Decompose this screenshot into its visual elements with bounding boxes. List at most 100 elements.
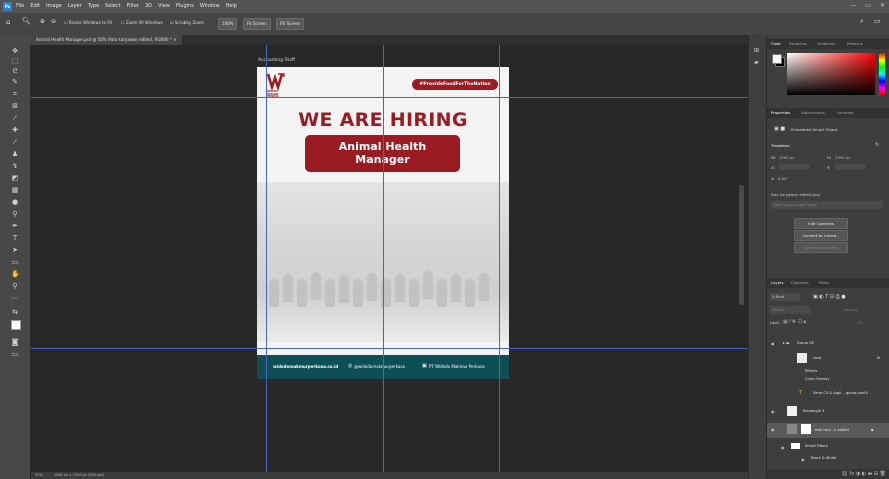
eyedropper-tool-icon[interactable]: ⁄ — [11, 114, 19, 122]
tab-gradients[interactable]: Gradients — [817, 39, 836, 49]
resize-windows-checkbox[interactable]: ☐ Resize Windows to Fit — [64, 20, 112, 25]
smart-filter-row[interactable]: ◉ Black & White — [767, 453, 889, 463]
menu-item-layer[interactable]: Layer — [68, 3, 82, 9]
menu-item-file[interactable]: File — [16, 3, 24, 9]
tab-adjustments[interactable]: Adjustments — [801, 108, 825, 118]
quick-select-tool-icon[interactable]: ✎ — [11, 78, 19, 86]
blend-mode-select[interactable]: Normal — [770, 306, 810, 314]
shape-tool-icon[interactable]: ▭ — [11, 258, 19, 266]
angle-value[interactable]: 0.00° — [778, 176, 788, 181]
tab-properties[interactable]: Properties — [771, 108, 790, 118]
move-tool-icon[interactable]: ✥ — [11, 47, 19, 55]
layer-comp-select[interactable]: Don't Apply Layer Comp — [771, 201, 883, 209]
color-fg-swatch[interactable] — [772, 54, 782, 64]
layer-row[interactable]: T Send CV & Appl... group.mail.li — [767, 387, 889, 400]
layer-effect-row[interactable]: Effects — [767, 368, 889, 376]
type-tool-icon[interactable]: T — [11, 234, 19, 242]
tab-paths[interactable]: Paths — [819, 278, 829, 288]
color-picker-field[interactable] — [787, 53, 875, 95]
default-colors-icon[interactable]: ⇆ — [11, 308, 19, 316]
smart-filter-row[interactable]: ◉ Smart Filters — [767, 441, 889, 451]
menu-item-3d[interactable]: 3D — [145, 3, 152, 9]
layer-row[interactable]: ◉ ▸ ▬ Group 26 — [767, 337, 889, 350]
menu-item-plugins[interactable]: Plugins — [176, 3, 194, 9]
crop-tool-icon[interactable]: ⌗ — [11, 90, 19, 98]
healing-tool-icon[interactable]: ✚ — [11, 126, 19, 134]
w-value[interactable]: 1080 px — [779, 155, 795, 160]
home-icon[interactable]: ⌂ — [6, 18, 10, 26]
visibility-eye-icon[interactable]: ◉ — [801, 457, 805, 462]
hue-slider[interactable] — [879, 53, 885, 95]
tab-patterns[interactable]: Patterns — [847, 39, 863, 49]
guide-horizontal-1[interactable] — [31, 97, 748, 98]
tab-color[interactable]: Color — [771, 39, 781, 49]
photoshop-logo-icon[interactable]: Ps — [3, 2, 12, 11]
y-field[interactable] — [835, 164, 865, 170]
foreground-color-swatch[interactable] — [11, 320, 21, 330]
workspace-icon[interactable]: ▭ — [874, 17, 881, 25]
brush-tool-icon[interactable]: ⁄ — [11, 138, 19, 146]
layer-kind-filter[interactable]: Q Kind — [770, 293, 800, 301]
frame-tool-icon[interactable]: ⊠ — [11, 102, 19, 110]
status-zoom[interactable]: 50% — [31, 473, 43, 477]
zoom-tool-left-icon[interactable]: ⚲ — [11, 282, 19, 290]
stamp-tool-icon[interactable]: ♟ — [11, 150, 19, 158]
visibility-eye-icon[interactable]: ◉ — [771, 341, 775, 346]
menu-item-filter[interactable]: Filter — [127, 3, 139, 9]
fill-screen-button[interactable]: Fill Screen — [276, 18, 305, 30]
visibility-eye-icon[interactable]: ◉ — [771, 427, 775, 432]
tab-channels[interactable]: Channels — [791, 278, 809, 288]
zoom-100-button[interactable]: 100% — [218, 18, 238, 30]
zoom-tool-icon[interactable]: 🔍︎ — [22, 17, 31, 25]
convert-linked-button[interactable]: Convert to Linked... — [794, 230, 848, 241]
fit-screen-button[interactable]: Fit Screen — [243, 18, 271, 30]
pen-tool-icon[interactable]: ✒ — [11, 222, 19, 230]
reset-transform-icon[interactable]: ↻ — [875, 142, 879, 148]
minimize-button[interactable]: — — [850, 2, 856, 9]
quick-mask-icon[interactable]: ◙ — [11, 338, 19, 346]
screen-mode-icon[interactable]: ▭ — [11, 350, 19, 358]
tab-libraries[interactable]: Libraries — [837, 108, 853, 118]
document-tab[interactable]: Animal Health Manager.psd @ 50% (foto ka… — [30, 35, 183, 45]
search-icon[interactable]: ⌕ — [860, 17, 864, 26]
marquee-tool-icon[interactable]: ⬚ — [11, 57, 19, 65]
comments-panel-icon[interactable]: ▰ — [754, 59, 759, 66]
history-panel-icon[interactable]: ⊞ — [754, 47, 759, 54]
layer-row[interactable]: ◉ Rectangle 3 — [767, 405, 889, 418]
zoom-in-icon[interactable]: ⊕ — [40, 18, 45, 25]
scrubby-zoom-checkbox[interactable]: ☑ Scrubby Zoom — [170, 20, 204, 25]
maximize-button[interactable]: ▭ — [865, 2, 871, 9]
guide-vertical-3[interactable] — [499, 45, 500, 472]
zoom-out-icon[interactable]: ⊖ — [51, 18, 56, 25]
menu-item-select[interactable]: Select — [105, 3, 120, 9]
layers-footer-icons[interactable]: ⛓ fx ◑ ◐ ▬ ⊞ 🗑︎ — [767, 469, 889, 479]
guide-horizontal-2[interactable] — [31, 348, 748, 349]
eraser-tool-icon[interactable]: ◩ — [11, 174, 19, 182]
close-tab-icon[interactable]: ✕ — [173, 37, 176, 42]
guide-vertical-1[interactable] — [266, 45, 267, 472]
visibility-eye-icon[interactable]: ◉ — [771, 409, 775, 414]
layer-row[interactable]: rand fx — [767, 352, 889, 367]
menu-item-type[interactable]: Type — [88, 3, 99, 9]
vertical-scrollbar[interactable] — [739, 185, 744, 305]
menu-item-view[interactable]: View — [158, 3, 170, 9]
zoom-all-checkbox[interactable]: ☐ Zoom All Windows — [121, 20, 163, 25]
menu-item-window[interactable]: Window — [200, 3, 220, 9]
artboard-label[interactable]: Accounting Staff — [258, 58, 295, 63]
path-select-icon[interactable]: ➤ — [11, 246, 19, 254]
close-button[interactable]: ✕ — [880, 2, 885, 9]
lasso-tool-icon[interactable]: ᘓ — [11, 67, 19, 75]
lock-icons[interactable]: ▦ ⁄ ✥ ⊡ 🔒︎ — [783, 319, 806, 325]
menu-item-help[interactable]: Help — [226, 3, 237, 9]
layer-filter-icons[interactable]: ▣ ◐ T ⊡ ⎙ ● — [813, 294, 846, 300]
canvas-area[interactable]: Accounting Staff WIDODO MAKMUR PERKASA #… — [31, 45, 748, 472]
visibility-eye-icon[interactable]: ◉ — [781, 445, 785, 450]
x-field[interactable] — [779, 164, 809, 170]
dodge-tool-icon[interactable]: ⚲ — [11, 210, 19, 218]
h-value[interactable]: 1350 px — [835, 155, 851, 160]
blur-tool-icon[interactable]: ● — [11, 198, 19, 206]
convert-layers-button[interactable]: Convert to Layers — [794, 242, 848, 253]
tab-swatches[interactable]: Swatches — [789, 39, 807, 49]
layer-effect-row[interactable]: Color Overlay — [767, 376, 889, 384]
history-brush-icon[interactable]: ↯ — [11, 162, 19, 170]
